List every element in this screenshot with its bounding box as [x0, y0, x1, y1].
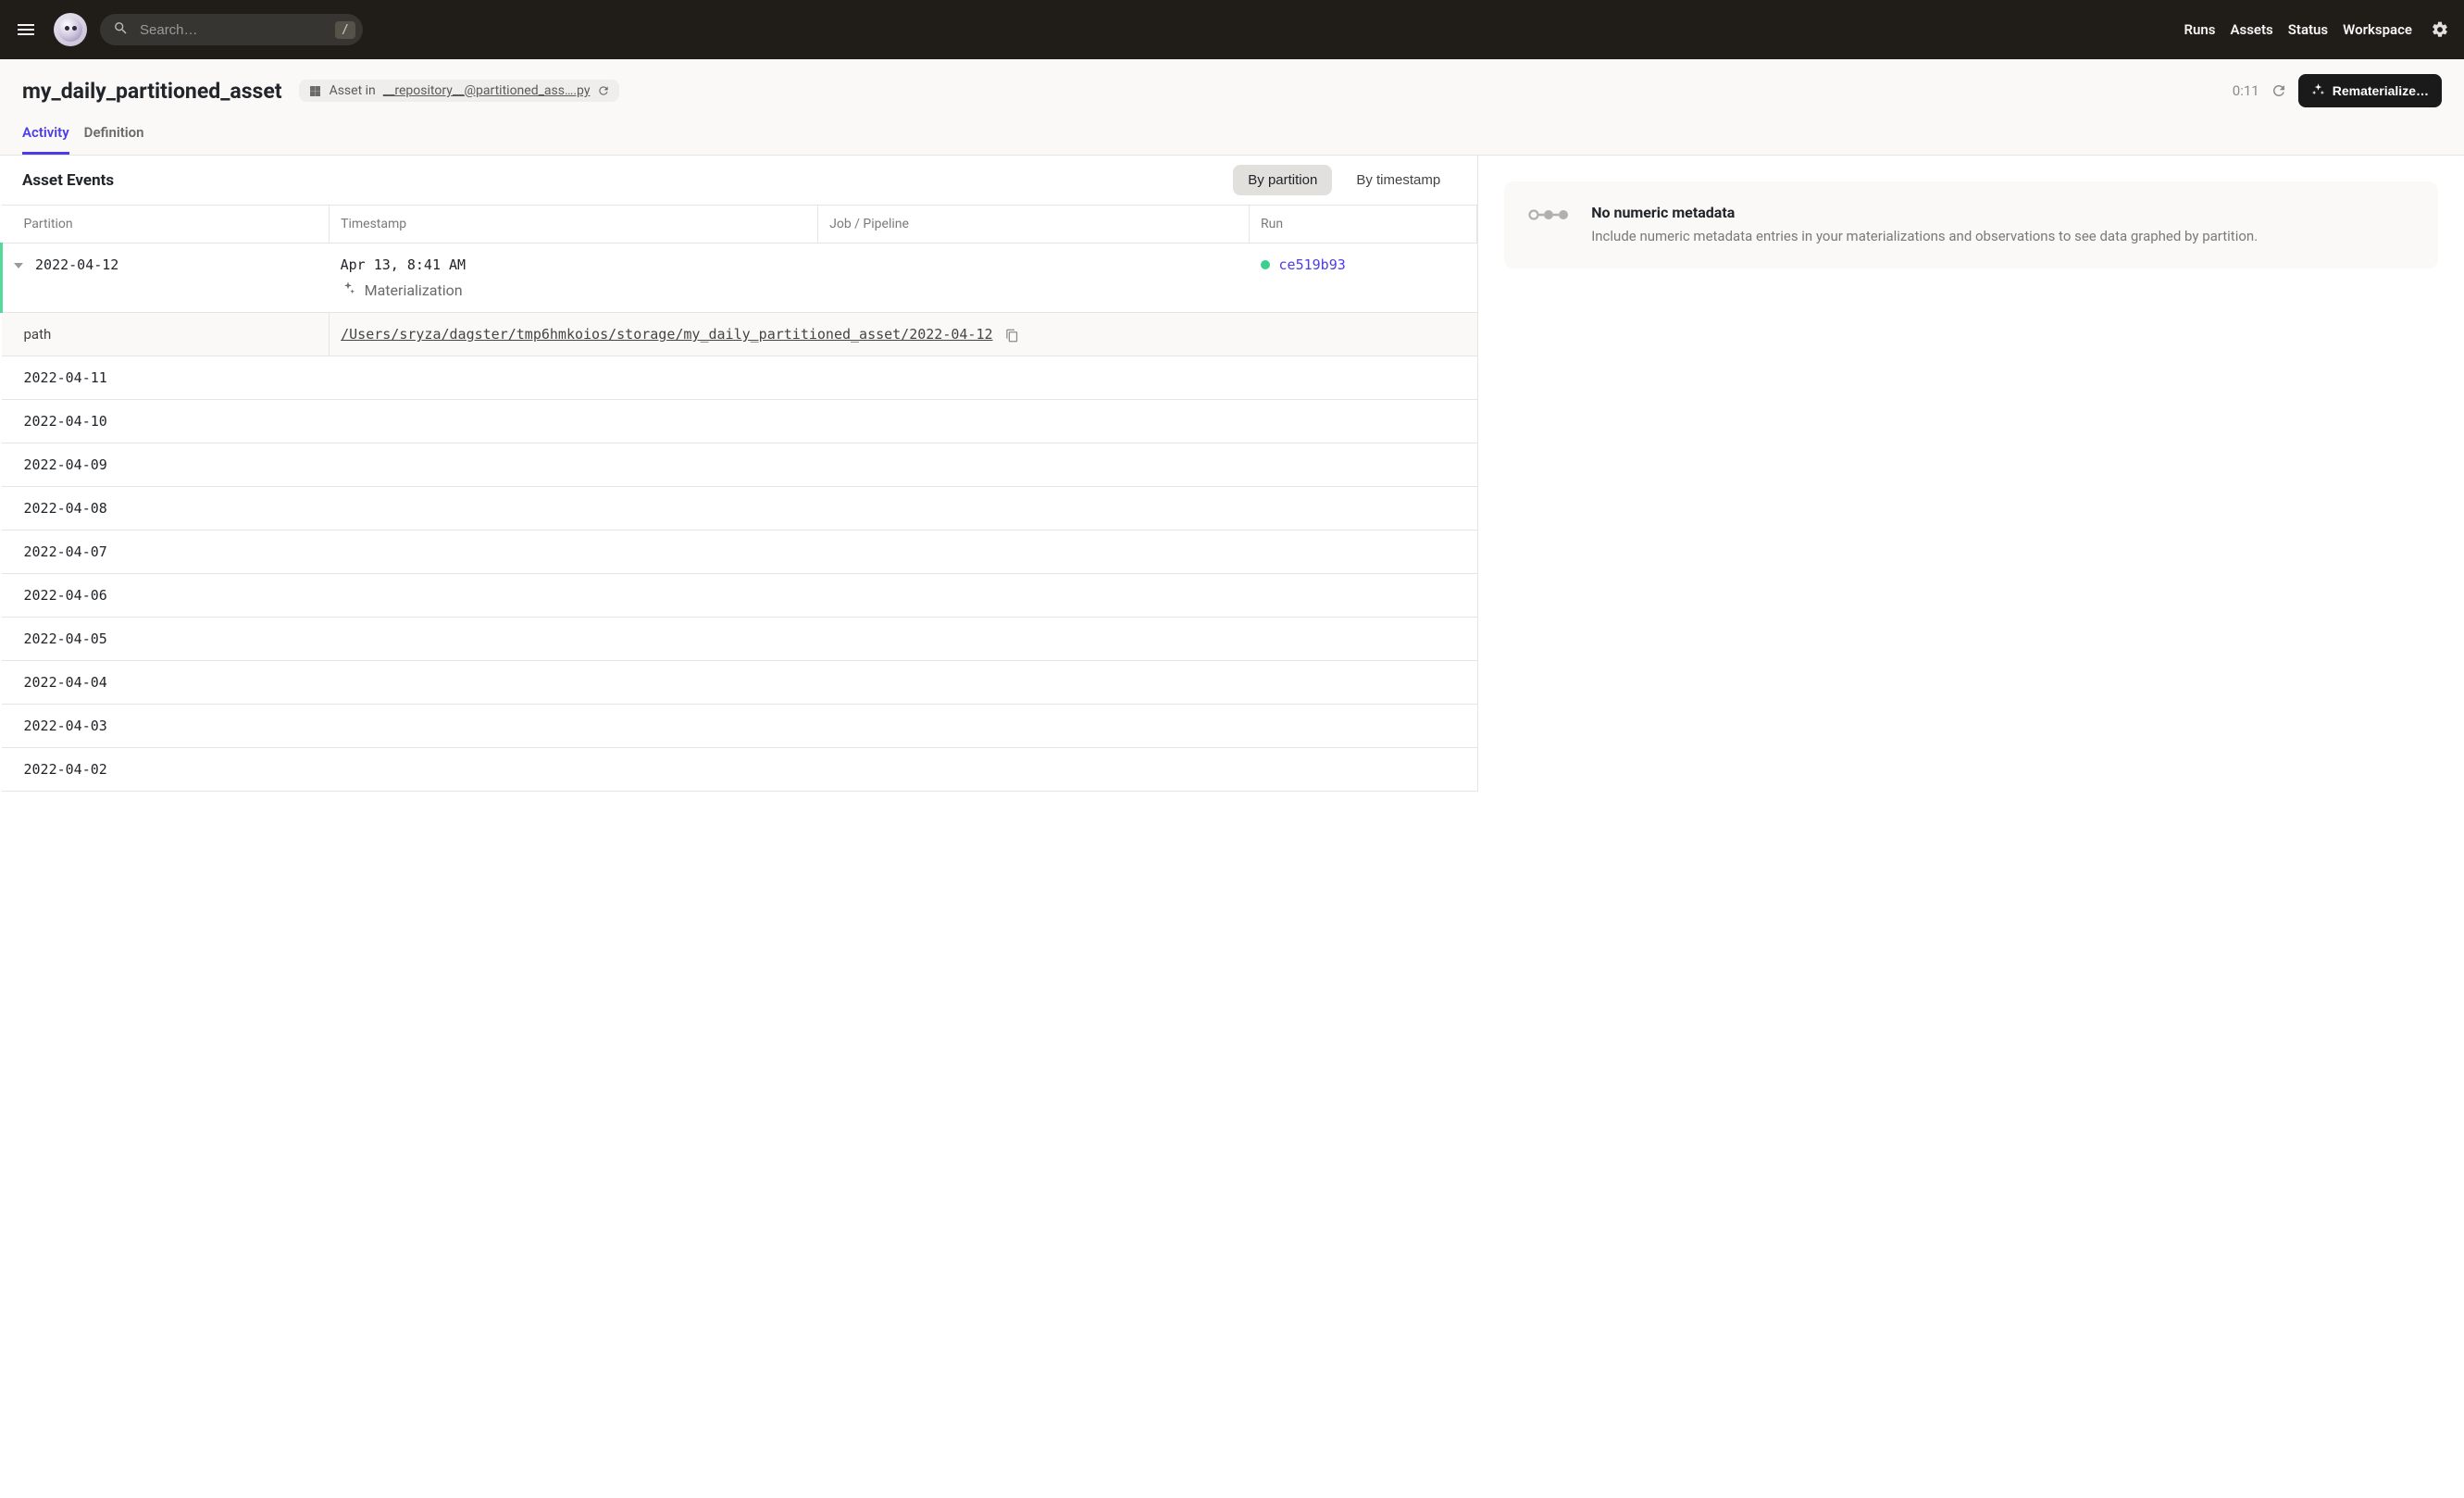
table-row[interactable]: 2022-04-02: [2, 748, 1477, 792]
top-bar: / Runs Assets Status Workspace: [0, 0, 2464, 59]
tab-definition[interactable]: Definition: [84, 124, 144, 155]
top-nav: Runs Assets Status Workspace: [2184, 20, 2450, 39]
partition-value: 2022-04-11: [2, 356, 330, 400]
table-row[interactable]: 2022-04-04: [2, 661, 1477, 705]
col-timestamp: Timestamp: [330, 206, 818, 243]
events-panel: Asset Events By partition By timestamp P…: [0, 156, 1478, 792]
search-box[interactable]: /: [100, 14, 363, 45]
detail-key: path: [2, 313, 330, 356]
table-row-expanded[interactable]: 2022-04-12 Apr 13, 8:41 AM Materializati…: [2, 243, 1477, 313]
chevron-down-icon[interactable]: [14, 263, 23, 268]
asset-in-link[interactable]: __repository__@partitioned_ass….py: [383, 83, 591, 98]
partition-value: 2022-04-10: [2, 400, 330, 443]
nav-status[interactable]: Status: [2288, 21, 2328, 38]
partition-value: 2022-04-04: [2, 661, 330, 705]
detail-path[interactable]: /Users/sryza/dagster/tmp6hmkoios/storage…: [341, 326, 992, 343]
col-job: Job / Pipeline: [818, 206, 1250, 243]
search-kbd-hint: /: [335, 21, 355, 39]
toggle-by-partition[interactable]: By partition: [1233, 165, 1332, 195]
app-logo[interactable]: [54, 13, 87, 46]
asset-events-title: Asset Events: [22, 171, 114, 190]
rematerialize-label: Rematerialize…: [2333, 83, 2429, 98]
partition-value: 2022-04-08: [2, 487, 330, 531]
materialization-label: Materialization: [365, 281, 463, 299]
partition-value: 2022-04-07: [2, 531, 330, 574]
table-row[interactable]: 2022-04-11: [2, 356, 1477, 400]
chain-icon: [1528, 207, 1569, 222]
sparkle-icon: [2311, 82, 2325, 99]
asset-name: my_daily_partitioned_asset: [22, 79, 282, 104]
table-row[interactable]: 2022-04-07: [2, 531, 1477, 574]
partition-value: 2022-04-06: [2, 574, 330, 618]
partition-value: 2022-04-12: [35, 256, 118, 273]
tab-activity[interactable]: Activity: [22, 124, 69, 155]
table-row[interactable]: 2022-04-03: [2, 705, 1477, 748]
refresh-icon[interactable]: [2271, 82, 2287, 99]
run-link[interactable]: ce519b93: [1279, 256, 1346, 273]
materialization-icon: [341, 281, 355, 299]
reload-icon[interactable]: [597, 84, 610, 97]
settings-gear-icon[interactable]: [2427, 20, 2449, 39]
metadata-panel: No numeric metadata Include numeric meta…: [1478, 156, 2464, 792]
page-header: my_daily_partitioned_asset Asset in __re…: [0, 59, 2464, 156]
events-table: Partition Timestamp Job / Pipeline Run 2…: [0, 205, 1477, 792]
partition-value: 2022-04-02: [2, 748, 330, 792]
asset-location-pill: Asset in __repository__@partitioned_ass……: [299, 80, 620, 102]
status-dot-success: [1261, 260, 1270, 269]
tabs: Activity Definition: [22, 124, 2442, 155]
partition-value: 2022-04-09: [2, 443, 330, 487]
timestamp-value: Apr 13, 8:41 AM: [341, 256, 807, 273]
partition-value: 2022-04-03: [2, 705, 330, 748]
hamburger-menu-icon[interactable]: [15, 19, 41, 41]
refresh-countdown: 0:11: [2233, 82, 2259, 99]
col-partition: Partition: [2, 206, 330, 243]
rematerialize-button[interactable]: Rematerialize…: [2298, 74, 2442, 107]
empty-state-card: No numeric metadata Include numeric meta…: [1504, 181, 2438, 268]
repo-icon: [308, 84, 322, 98]
search-input[interactable]: [140, 22, 324, 38]
copy-icon[interactable]: [1005, 329, 1019, 343]
asset-in-label: Asset in: [330, 83, 376, 98]
detail-row: path /Users/sryza/dagster/tmp6hmkoios/st…: [2, 313, 1477, 356]
table-row[interactable]: 2022-04-05: [2, 618, 1477, 661]
partition-value: 2022-04-05: [2, 618, 330, 661]
nav-assets[interactable]: Assets: [2231, 21, 2273, 38]
search-icon: [113, 20, 129, 40]
nav-workspace[interactable]: Workspace: [2343, 21, 2412, 38]
toggle-by-timestamp[interactable]: By timestamp: [1341, 165, 1455, 195]
table-row[interactable]: 2022-04-09: [2, 443, 1477, 487]
empty-title: No numeric metadata: [1591, 204, 2258, 221]
table-row[interactable]: 2022-04-06: [2, 574, 1477, 618]
view-toggle-group: By partition By timestamp: [1233, 165, 1455, 195]
table-row[interactable]: 2022-04-08: [2, 487, 1477, 531]
col-run: Run: [1250, 206, 1477, 243]
table-row[interactable]: 2022-04-10: [2, 400, 1477, 443]
empty-description: Include numeric metadata entries in your…: [1591, 227, 2258, 246]
nav-runs[interactable]: Runs: [2184, 21, 2216, 38]
